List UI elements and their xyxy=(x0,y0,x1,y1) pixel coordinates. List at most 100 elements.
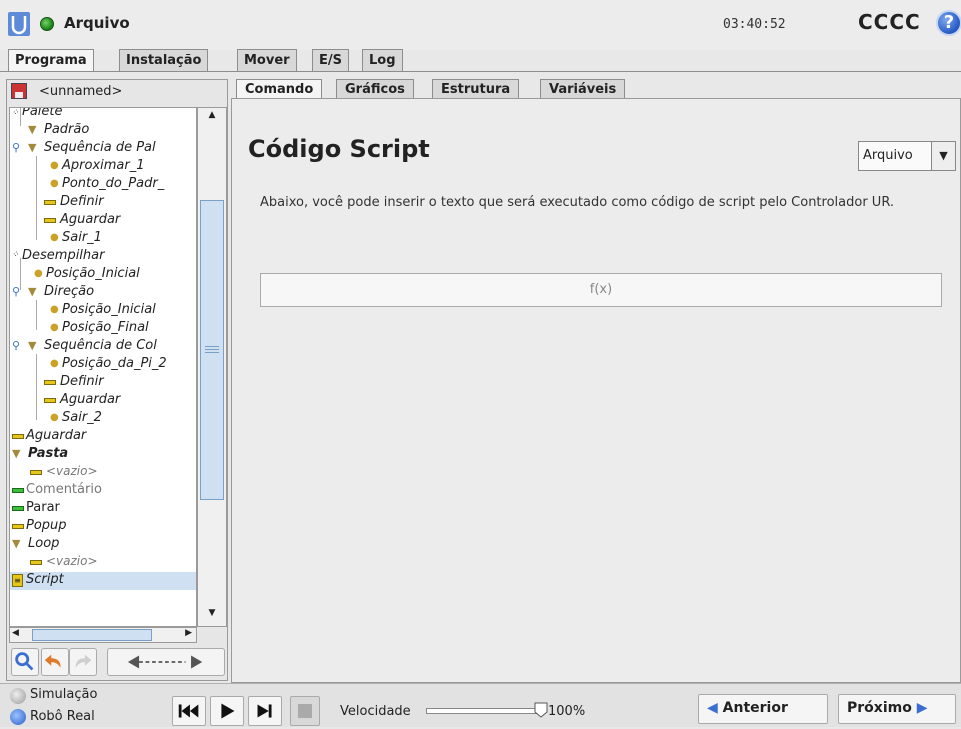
scroll-right-icon[interactable]: ▶ xyxy=(185,628,192,638)
tree-line xyxy=(36,156,37,240)
speed-slider-track[interactable] xyxy=(426,708,541,714)
mode-select-value: Arquivo xyxy=(863,148,913,163)
bottom-bar: Simulação Robô Real Velocidade 100% ◀ An… xyxy=(0,683,961,727)
program-name: <unnamed> xyxy=(39,84,123,99)
file-status-icon xyxy=(40,17,54,31)
tree-horizontal-scrollbar[interactable]: ◀ ▶ xyxy=(9,627,197,643)
save-icon[interactable] xyxy=(11,83,27,99)
stop-icon xyxy=(298,704,312,718)
tree-line xyxy=(36,300,37,330)
waypoint-icon: ● xyxy=(50,304,59,315)
scroll-thumb[interactable] xyxy=(32,629,152,641)
key-icon: ⚲ xyxy=(12,339,21,352)
file-menu[interactable]: Arquivo xyxy=(64,14,130,32)
tree-item-selected[interactable]: ≡ Script xyxy=(10,572,196,590)
pallet-icon: ⁘ xyxy=(12,250,20,260)
program-tree[interactable]: ⁘ Palete ▼ Padrão ⚲ ▼ Sequência de Pal ●… xyxy=(9,107,197,627)
subtab-estrutura[interactable]: Estrutura xyxy=(432,79,520,99)
scroll-up-icon[interactable]: ▲ xyxy=(200,110,224,126)
triangle-icon: ▼ xyxy=(12,447,21,460)
subtab-graficos[interactable]: Gráficos xyxy=(336,79,414,99)
program-tree-panel: <unnamed> ⁘ Palete ▼ Padrão ⚲ ▼ Sequênci… xyxy=(6,79,228,681)
bar-icon xyxy=(44,218,56,223)
chevron-down-icon: ▼ xyxy=(931,142,955,170)
bar-icon xyxy=(12,506,24,511)
redo-button[interactable] xyxy=(69,648,97,676)
subtab-variaveis[interactable]: Variáveis xyxy=(540,79,626,99)
script-expression-field[interactable]: f(x) xyxy=(260,273,942,307)
stop-button[interactable] xyxy=(290,696,320,726)
key-icon: ⚲ xyxy=(12,285,21,298)
bar-icon xyxy=(30,470,42,475)
simulation-label: Simulação xyxy=(30,687,98,702)
bar-icon xyxy=(12,434,24,439)
step-button[interactable] xyxy=(248,696,282,726)
key-icon: ⚲ xyxy=(12,141,21,154)
waypoint-icon: ● xyxy=(34,268,43,279)
speed-value: 100% xyxy=(548,704,586,719)
scroll-down-icon[interactable]: ▼ xyxy=(200,608,224,624)
waypoint-icon: ● xyxy=(50,160,59,171)
speed-slider-handle[interactable] xyxy=(534,702,548,718)
robot-name: CCCC xyxy=(858,10,921,34)
triangle-icon: ▼ xyxy=(28,339,37,352)
search-button[interactable] xyxy=(11,648,39,676)
bar-icon xyxy=(12,488,24,493)
undo-icon xyxy=(44,654,61,668)
bar-icon xyxy=(44,398,56,403)
triangle-icon: ▼ xyxy=(28,123,37,136)
tab-log[interactable]: Log xyxy=(362,49,403,71)
waypoint-icon: ● xyxy=(50,178,59,189)
description-text: Abaixo, você pode inserir o texto que se… xyxy=(260,195,895,210)
waypoint-icon: ● xyxy=(50,322,59,333)
tab-mover[interactable]: Mover xyxy=(237,49,297,71)
script-icon: ≡ xyxy=(12,574,23,587)
subtab-comando[interactable]: Comando xyxy=(236,79,323,99)
pallet-icon: ⁘ xyxy=(12,108,20,118)
page-title: Código Script xyxy=(248,135,430,163)
bar-icon xyxy=(12,524,24,529)
mode-select[interactable]: Arquivo ▼ xyxy=(858,141,956,171)
move-button[interactable] xyxy=(107,648,225,676)
triangle-icon: ▼ xyxy=(28,141,37,154)
bar-icon xyxy=(44,200,56,205)
scroll-thumb[interactable] xyxy=(200,200,224,500)
waypoint-icon: ● xyxy=(50,358,59,369)
play-button[interactable] xyxy=(210,696,244,726)
arrow-left-icon: ◀ xyxy=(707,700,718,716)
tab-es[interactable]: E/S xyxy=(312,49,349,71)
tab-divider xyxy=(0,71,961,72)
bar-icon xyxy=(30,560,42,565)
redo-icon xyxy=(75,654,92,668)
help-icon[interactable]: ? xyxy=(936,10,961,36)
play-icon xyxy=(221,703,235,719)
command-panel: Código Script Arquivo ▼ Abaixo, você pod… xyxy=(231,98,961,683)
undo-button[interactable] xyxy=(41,648,69,676)
waypoint-icon: ● xyxy=(50,232,59,243)
triangle-icon: ▼ xyxy=(12,537,21,550)
tree-line xyxy=(20,108,21,126)
tab-instalacao[interactable]: Instalação xyxy=(119,49,209,71)
skip-back-icon xyxy=(178,704,199,718)
bar-icon xyxy=(44,380,56,385)
tree-line xyxy=(36,354,37,420)
clock: 03:40:52 xyxy=(723,17,786,32)
tree-vertical-scrollbar[interactable]: ▲ ▼ xyxy=(197,107,227,627)
move-arrows-icon xyxy=(127,655,203,669)
real-robot-radio[interactable] xyxy=(10,709,26,725)
simulation-radio[interactable] xyxy=(10,688,26,704)
previous-button[interactable]: ◀ Anterior xyxy=(698,694,828,724)
waypoint-icon: ● xyxy=(50,412,59,423)
arrow-right-icon: ▶ xyxy=(916,700,928,716)
next-button[interactable]: Próximo ▶ xyxy=(838,694,956,724)
rewind-button[interactable] xyxy=(172,696,206,726)
scroll-left-icon[interactable]: ◀ xyxy=(12,628,19,638)
search-icon xyxy=(15,652,34,671)
speed-label: Velocidade xyxy=(340,704,411,719)
tree-line xyxy=(20,258,21,290)
skip-forward-icon xyxy=(257,704,272,718)
real-robot-label: Robô Real xyxy=(30,709,95,724)
top-bar: Arquivo 03:40:52 CCCC ? xyxy=(0,0,961,50)
tab-programa[interactable]: Programa xyxy=(8,49,94,72)
ur-logo-icon xyxy=(8,12,30,36)
